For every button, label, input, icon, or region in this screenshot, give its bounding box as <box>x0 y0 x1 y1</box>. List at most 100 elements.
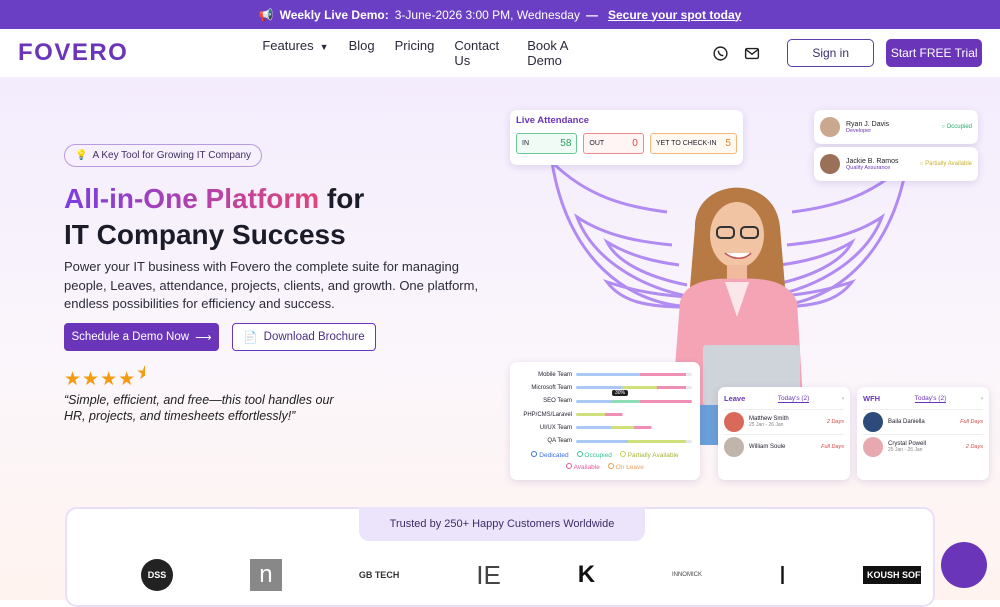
avatar <box>724 437 744 457</box>
wfh-title: WFH <box>863 394 881 403</box>
announcement-banner: 📢 Weekly Live Demo: 3-June-2026 3:00 PM,… <box>0 0 1000 29</box>
attendance-in-value: 58 <box>560 138 572 149</box>
banner-text: Weekly Live Demo: <box>279 7 389 22</box>
top-nav: FOVERO Features ▼ Blog Pricing Contact Us… <box>0 29 1000 77</box>
customer-logo: INNOMICK <box>671 572 702 578</box>
hero-title-rest: for <box>319 183 365 214</box>
legend-partially-available: Partially Available <box>619 450 679 459</box>
megaphone-icon: 📢 <box>258 7 274 22</box>
trusted-customers-section: Trusted by 250+ Happy Customers Worldwid… <box>65 507 935 607</box>
nav-item-pricing[interactable]: Pricing <box>395 38 435 68</box>
customer-logos: DSS n GB TECH IE K INNOMICK I KOUSH SOFT… <box>141 559 921 591</box>
customer-logo: GB TECH <box>358 570 400 580</box>
legend-occupied: Occupied <box>576 450 612 459</box>
avatar <box>863 437 883 457</box>
wfh-card: WFH Today's (2) › Baila Daniella Full Da… <box>857 387 989 480</box>
leave-card: Leave Today's (2) › Matthew Smith 25 Jan … <box>718 387 850 480</box>
employee-card: Ryan J. Davis Developer ○ Occupied <box>814 110 978 144</box>
team-row: QA Team <box>518 434 692 447</box>
chat-widget-button[interactable] <box>941 542 987 588</box>
lightbulb-icon: 💡 <box>75 150 88 161</box>
employee-name: Ryan J. Davis <box>846 120 890 128</box>
hero-title-highlight: All-in-One Platform <box>64 183 320 214</box>
nav-item-blog[interactable]: Blog <box>349 38 375 68</box>
main-menu: Features ▼ Blog Pricing Contact Us Book A… <box>262 38 592 68</box>
banner-date: 3-June-2026 3:00 PM, Wednesday <box>394 7 580 22</box>
leave-item: Matthew Smith 25 Jan - 26 Jan 2 Days <box>724 409 844 434</box>
schedule-demo-button[interactable]: Schedule a Demo Now ⟶ <box>64 323 219 351</box>
customer-logo: K <box>577 561 596 588</box>
attendance-in-box: IN 58 <box>516 133 578 154</box>
chevron-right-icon[interactable]: › <box>981 395 983 402</box>
schedule-demo-label: Schedule a Demo Now <box>71 331 190 343</box>
team-row: Microsoft Team <box>518 381 692 394</box>
avatar <box>820 154 840 174</box>
customer-logo: DSS <box>141 559 173 591</box>
download-brochure-label: Download Brochure <box>263 331 365 343</box>
arrow-right-icon: ⟶ <box>195 332 212 344</box>
status-badge: ○ Partially Available <box>919 161 972 167</box>
trusted-badge: Trusted by 250+ Happy Customers Worldwid… <box>359 507 645 541</box>
nav-item-contact[interactable]: Contact Us <box>454 38 507 68</box>
avatar <box>724 412 744 432</box>
star-rating: ★★★★★ <box>64 363 145 390</box>
tagline-text: A Key Tool for Growing IT Company <box>92 150 252 161</box>
employee-card: Jackie B. Ramos Quality Assurance ○ Parti… <box>814 147 978 181</box>
customer-logo: IE <box>476 559 501 590</box>
nav-item-book-demo[interactable]: Book A Demo <box>527 38 592 68</box>
attendance-yet-value: 5 <box>725 138 731 149</box>
leave-item: William Soule Full Days <box>724 434 844 459</box>
download-brochure-button[interactable]: 📄 Download Brochure <box>232 323 376 351</box>
legend-available: Available <box>566 462 600 471</box>
attendance-out-label: OUT <box>589 140 605 147</box>
hero-title: All-in-One Platform for IT Company Succe… <box>64 181 484 253</box>
customer-logo: n <box>249 559 282 591</box>
team-row: Mobile Team <box>518 368 692 381</box>
chevron-down-icon: ▼ <box>319 42 329 52</box>
banner-link[interactable]: Secure your spot today <box>608 8 741 22</box>
team-row: SEO Team 30% <box>518 389 692 408</box>
employee-name: Jackie B. Ramos <box>846 157 899 165</box>
mail-icon[interactable] <box>743 45 761 62</box>
whatsapp-icon[interactable] <box>712 45 729 62</box>
team-availability-card: Mobile Team Microsoft Team SEO Team 30% P… <box>510 362 700 480</box>
legend-on-leave: On Leave <box>607 462 644 471</box>
attendance-in-label: IN <box>522 140 529 147</box>
live-attendance-card: Live Attendance IN 58 OUT 0 YET TO CHECK… <box>510 110 743 165</box>
testimonial-quote: “Simple, efficient, and free—this tool h… <box>64 393 334 423</box>
wfh-item: Crystal Powell 25 Jan - 26 Jan 2 Days <box>863 434 983 459</box>
attendance-yet-box: YET TO CHECK-IN 5 <box>649 133 737 154</box>
team-row: PHP/CMS/Laravel <box>518 408 692 421</box>
wfh-item: Baila Daniella Full Days <box>863 409 983 434</box>
brand-logo[interactable]: FOVERO <box>18 39 128 67</box>
document-icon: 📄 <box>243 332 258 344</box>
legend-dedicated: Dedicated <box>531 450 569 459</box>
customer-logo: I <box>778 559 787 590</box>
wfh-tab[interactable]: Today's (2) <box>914 395 947 403</box>
employee-role: Quality Assurance <box>846 164 891 171</box>
employee-role: Developer <box>846 127 872 134</box>
nav-item-features[interactable]: Features ▼ <box>262 38 328 68</box>
live-attendance-title: Live Attendance <box>516 115 590 126</box>
hero-description: Power your IT business with Fovero the c… <box>64 259 479 311</box>
customer-logo: KOUSH SOFTWA <box>863 559 921 591</box>
team-legend: Dedicated Occupied Partially Available A… <box>518 450 692 471</box>
banner-dash: — <box>585 7 598 22</box>
avatar <box>863 412 883 432</box>
bar-tooltip: 30% <box>612 389 629 396</box>
attendance-yet-label: YET TO CHECK-IN <box>655 140 717 147</box>
start-trial-button[interactable]: Start FREE Trial <box>886 39 982 67</box>
attendance-out-box: OUT 0 <box>583 133 644 154</box>
avatar <box>820 117 840 137</box>
hero-title-line2: IT Company Success <box>64 219 346 250</box>
hero-section: 💡 A Key Tool for Growing IT Company All-… <box>0 77 1000 607</box>
nav-icons <box>712 45 761 62</box>
team-row: UI/UX Team <box>518 421 692 434</box>
attendance-out-value: 0 <box>632 138 638 149</box>
chevron-right-icon[interactable]: › <box>842 395 844 402</box>
tagline-pill: 💡 A Key Tool for Growing IT Company <box>64 144 263 167</box>
leave-tab[interactable]: Today's (2) <box>777 395 810 403</box>
status-badge: ○ Occupied <box>941 124 972 130</box>
leave-title: Leave <box>724 394 746 403</box>
sign-in-button[interactable]: Sign in <box>786 39 875 67</box>
